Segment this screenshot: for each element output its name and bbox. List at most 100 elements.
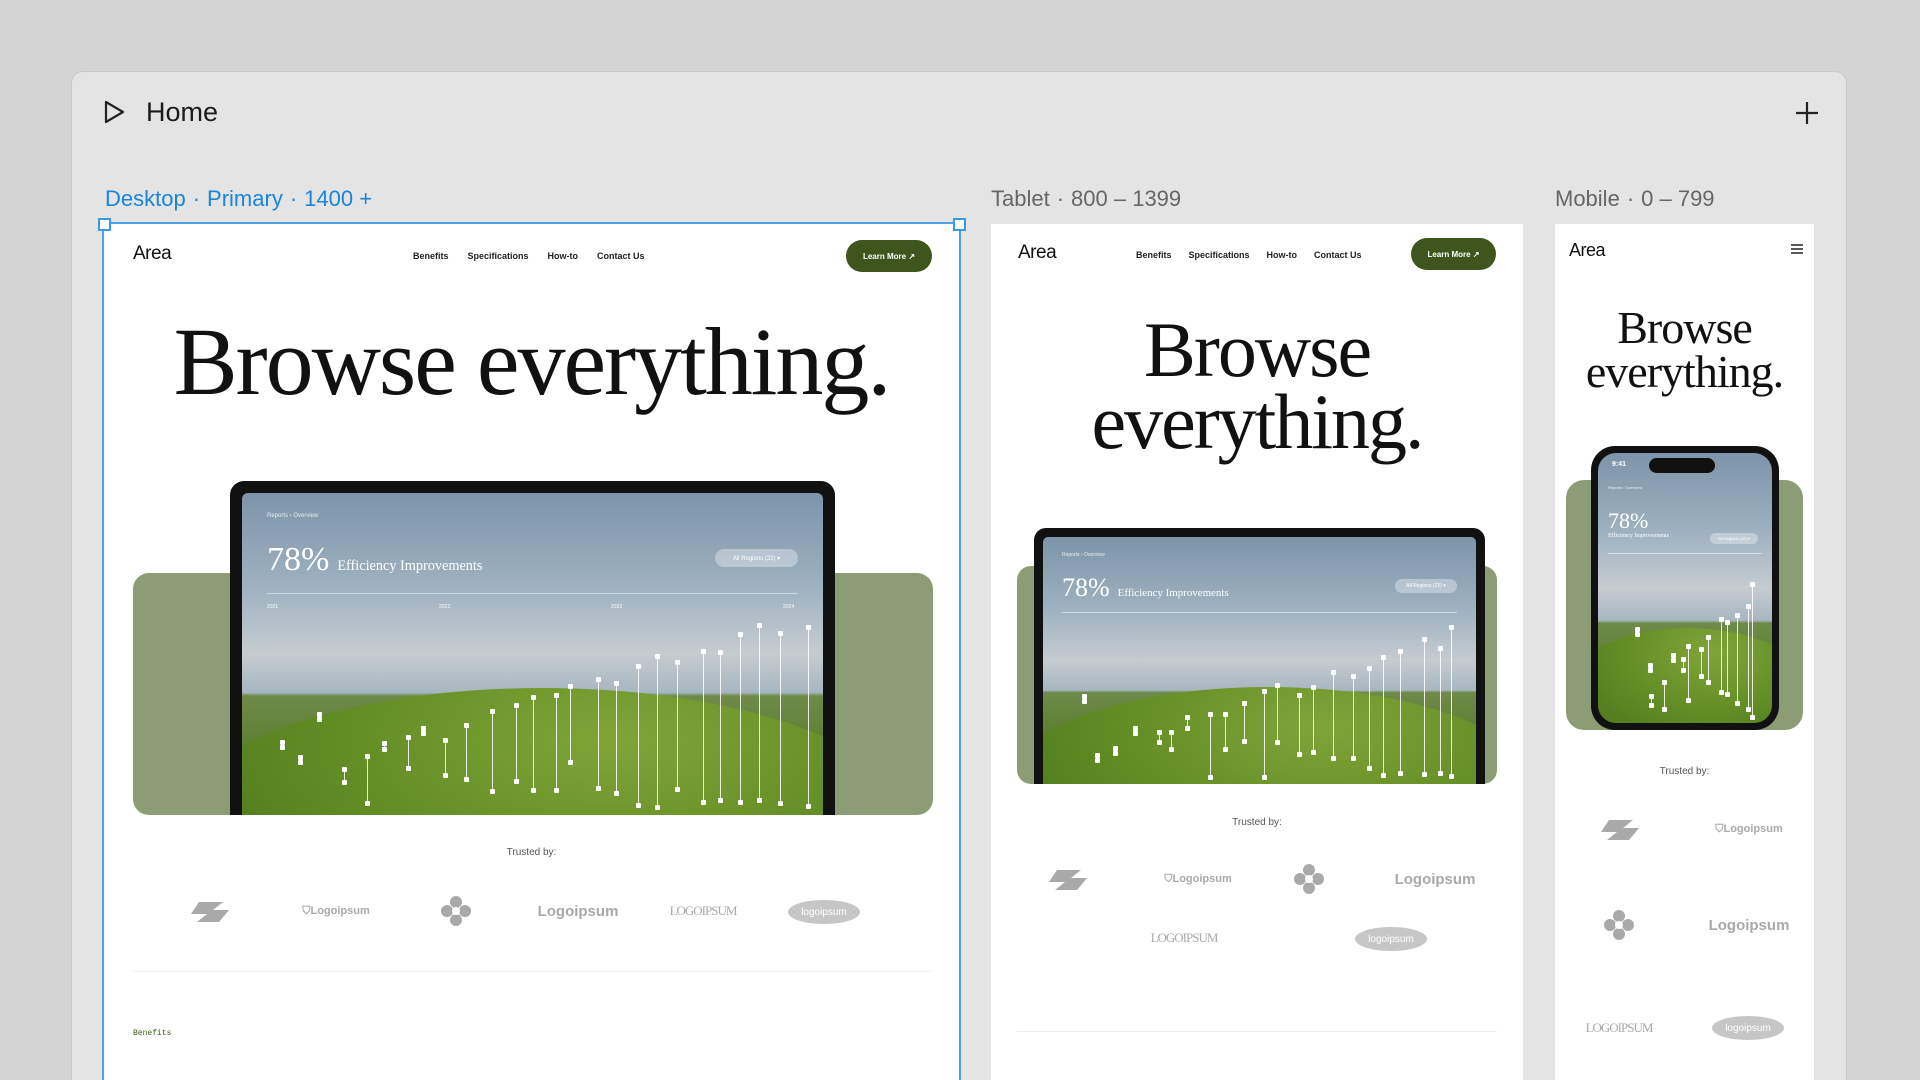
logo-logoipsum-serif: LOGOIPSUM xyxy=(1150,930,1219,945)
separator-dot: · xyxy=(192,186,201,211)
hero-headline: Browse everything. xyxy=(173,308,892,415)
stat-block: 78% Efficiency Improvements xyxy=(1062,573,1229,603)
logo-logoipsum-oval: logoipsum xyxy=(788,900,860,924)
chart-pin-marker xyxy=(1222,711,1228,753)
shield-icon: ⛉ xyxy=(1164,872,1173,885)
chart-pin-marker xyxy=(1310,685,1316,756)
chart-pin-marker xyxy=(1719,616,1725,695)
site-logo[interactable]: Area xyxy=(133,243,172,265)
shield-icon: ⛉ xyxy=(1715,822,1724,835)
chart-pin-marker xyxy=(405,734,411,771)
chart-pin-marker xyxy=(1647,662,1653,673)
chart-pin-marker xyxy=(777,631,783,807)
logo-logoipsum-serif: LOGOIPSUM xyxy=(1585,1020,1654,1035)
breakpoint-label-tablet[interactable]: Tablet · 800 – 1399 xyxy=(991,186,1181,212)
dynamic-island xyxy=(1649,458,1715,473)
chart-rule xyxy=(267,593,798,594)
breakpoint-label-mobile[interactable]: Mobile · 0 – 799 xyxy=(1555,186,1715,212)
breadcrumb: Reports › Overview xyxy=(1608,485,1643,490)
section-divider xyxy=(133,971,931,972)
nav-link-how-to[interactable]: How-to xyxy=(548,251,579,261)
menu-icon[interactable] xyxy=(1791,244,1803,254)
nav-link-benefits[interactable]: Benefits xyxy=(1136,250,1172,260)
arrows-logo-icon xyxy=(187,902,229,922)
logo-logoipsum-bold: Logoipsum xyxy=(1708,916,1790,934)
site-nav: Benefits Specifications How-to Contact U… xyxy=(1136,250,1362,260)
breakpoint-range: 1400 + xyxy=(304,186,373,211)
chart-pin-marker xyxy=(1671,653,1677,664)
stat-block: 78% Efficiency Improvements xyxy=(267,541,482,579)
resize-handle-tl[interactable] xyxy=(98,218,111,231)
hill-image xyxy=(1043,687,1476,784)
chart-pin-marker xyxy=(1275,683,1281,745)
plus-icon[interactable] xyxy=(1794,100,1820,126)
headline-line: Browse xyxy=(1617,302,1753,353)
chart-pin-marker xyxy=(1082,693,1088,704)
year-label: 2022 xyxy=(439,604,451,610)
section-divider xyxy=(1017,1031,1497,1032)
chart-pin-marker xyxy=(675,659,681,793)
breakpoint-range: 0 – 799 xyxy=(1641,186,1715,211)
learn-more-button[interactable]: Learn More ↗ xyxy=(1411,238,1496,270)
logo-logoipsum-bold: Logoipsum xyxy=(1394,870,1476,888)
panel-header: Home xyxy=(72,72,1846,152)
tablet-frame[interactable]: Area Benefits Specifications How-to Cont… xyxy=(991,224,1523,1080)
headline-line: Browse xyxy=(1143,306,1372,393)
breakpoint-name: Mobile xyxy=(1555,186,1620,211)
chart-pin-marker xyxy=(737,632,743,806)
logo-logoipsum-shield: ⛉ Logoipsum xyxy=(1707,819,1791,839)
stat-label: Efficiency Improvements xyxy=(337,558,483,574)
stat-label: Efficiency Improvements xyxy=(1608,533,1670,539)
region-filter[interactable]: All Regions (22) ▾ xyxy=(1395,579,1457,593)
chart-pin-marker xyxy=(1648,693,1654,709)
headline-line: everything. xyxy=(1585,345,1784,397)
nav-link-contact[interactable]: Contact Us xyxy=(597,251,645,261)
region-filter[interactable]: All Regions (22) ▾ xyxy=(1710,533,1758,544)
mobile-frame[interactable]: Area Browse everything. 9:41 Reports › O… xyxy=(1555,224,1814,1080)
chart-pin-marker xyxy=(635,664,641,808)
chart-pin-marker xyxy=(567,684,573,765)
breakpoint-name: Desktop xyxy=(105,186,186,211)
breakpoint-label-desktop[interactable]: Desktop · Primary · 1400 + xyxy=(105,186,372,212)
year-label: 2024 xyxy=(783,604,795,610)
chart-pin-marker xyxy=(1724,619,1730,697)
resize-handle-tr[interactable] xyxy=(953,218,966,231)
chart-pin-marker xyxy=(1242,701,1248,745)
tablet-device: Reports › Overview 78% Efficiency Improve… xyxy=(230,481,835,815)
logo-logoipsum-shield: ⛉ Logoipsum xyxy=(1156,869,1240,889)
logo-logoipsum-bold: Logoipsum xyxy=(537,902,619,920)
region-filter[interactable]: All Regions (22) ▾ xyxy=(715,549,798,567)
site-logo[interactable]: Area xyxy=(1569,240,1606,261)
stat-value: 78% xyxy=(1608,508,1649,533)
logo-logoipsum-shield: ⛉ Logoipsum xyxy=(294,901,378,921)
chart-pin-marker xyxy=(1735,612,1741,707)
headline-line: everything. xyxy=(1091,377,1424,465)
chart-pin-marker xyxy=(530,695,536,793)
tablet-device: Reports › Overview 78% Efficiency Improve… xyxy=(1034,528,1485,784)
stat-value: 78% xyxy=(1062,573,1110,602)
chart-pin-marker xyxy=(1699,646,1705,680)
nav-link-specifications[interactable]: Specifications xyxy=(1189,250,1250,260)
chart-pin-marker xyxy=(1208,712,1214,780)
flower-icon xyxy=(1604,910,1634,940)
chart-pin-marker xyxy=(1296,692,1302,758)
nav-link-specifications[interactable]: Specifications xyxy=(468,251,529,261)
arrows-logo-icon xyxy=(1597,820,1639,840)
chart-pin-marker xyxy=(1705,635,1711,685)
chart-pin-marker xyxy=(421,725,427,736)
site-logo[interactable]: Area xyxy=(1018,242,1057,264)
learn-more-button[interactable]: Learn More ↗ xyxy=(846,240,932,272)
desktop-frame[interactable]: Area Benefits Specifications How-to Cont… xyxy=(102,222,961,1080)
arrows-logo-icon xyxy=(1045,870,1087,890)
chart-pin-marker xyxy=(1397,649,1403,776)
play-icon[interactable] xyxy=(101,99,127,125)
chart-pin-marker xyxy=(1185,714,1191,732)
shield-icon: ⛉ xyxy=(302,904,311,917)
stat-label: Efficiency Improvements xyxy=(1117,587,1229,599)
nav-link-benefits[interactable]: Benefits xyxy=(413,251,449,261)
chart-pin-marker xyxy=(805,624,811,810)
nav-link-contact[interactable]: Contact Us xyxy=(1314,250,1362,260)
nav-link-how-to[interactable]: How-to xyxy=(1267,250,1298,260)
chart-pin-marker xyxy=(1449,624,1455,779)
trusted-by-label: Trusted by: xyxy=(506,847,557,858)
